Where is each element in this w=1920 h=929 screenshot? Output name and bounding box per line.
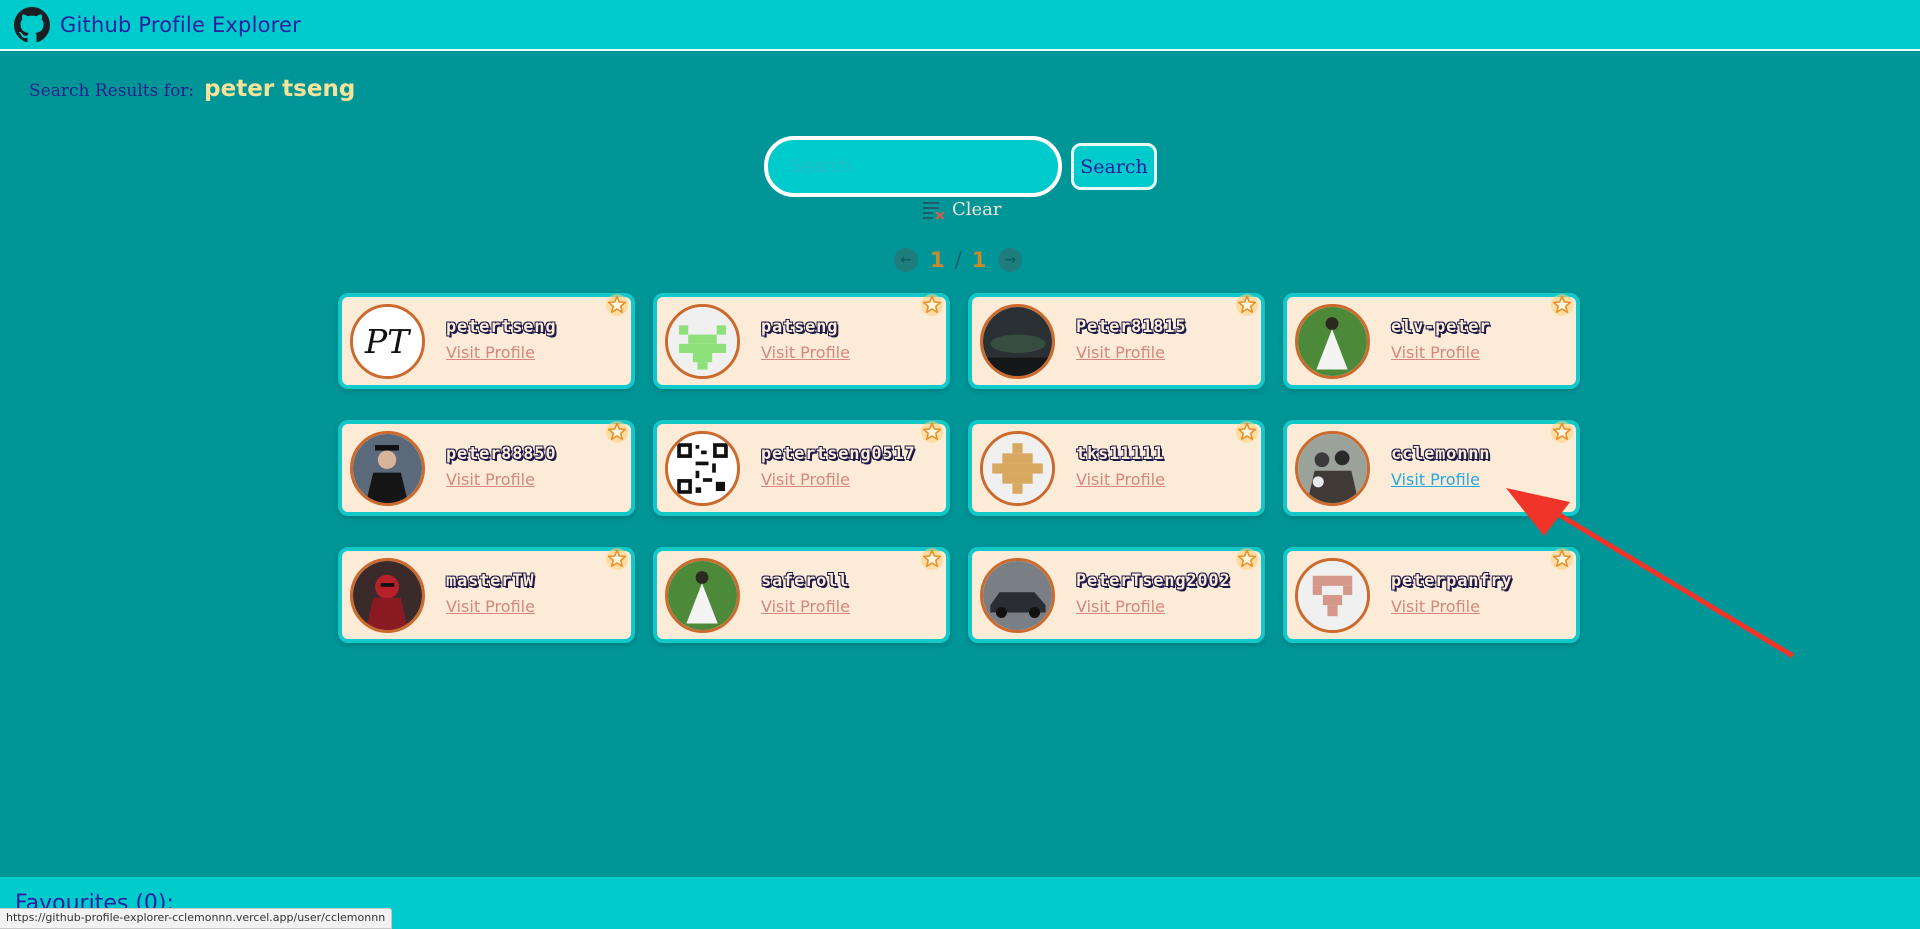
arrow-left-icon: ← xyxy=(900,252,912,268)
user-card: elv-peter Visit Profile xyxy=(1283,293,1580,389)
user-card: tks11111 Visit Profile xyxy=(968,420,1265,516)
avatar xyxy=(665,430,740,506)
search-results-label: Search Results for: xyxy=(29,81,195,101)
star-icon[interactable] xyxy=(1235,420,1259,444)
search-results-heading: Search Results for: peter tseng xyxy=(29,76,355,102)
username: Peter81815 xyxy=(1076,316,1187,337)
star-icon[interactable] xyxy=(1550,547,1574,571)
star-icon[interactable] xyxy=(1235,547,1259,571)
prev-page-button[interactable]: ← xyxy=(894,248,918,272)
user-card: patseng Visit Profile xyxy=(653,293,950,389)
user-grid: PT petertseng Visit Profile patseng Visi… xyxy=(338,293,1580,643)
page-separator: / xyxy=(954,248,962,272)
avatar xyxy=(980,430,1055,506)
clear-button[interactable]: Clear xyxy=(922,199,1002,220)
username: peter88850 xyxy=(446,443,557,464)
app-title[interactable]: Github Profile Explorer xyxy=(60,13,301,37)
avatar xyxy=(1295,557,1370,633)
user-card: PT petertseng Visit Profile xyxy=(338,293,635,389)
username: petertseng0517 xyxy=(761,443,916,464)
star-icon[interactable] xyxy=(605,547,629,571)
visit-profile-link[interactable]: Visit Profile xyxy=(1076,470,1165,489)
avatar xyxy=(1295,430,1370,506)
avatar xyxy=(665,303,740,379)
user-card: peter88850 Visit Profile xyxy=(338,420,635,516)
user-card: PeterTseng2002 Visit Profile xyxy=(968,547,1265,643)
visit-profile-link[interactable]: Visit Profile xyxy=(446,470,535,489)
star-icon[interactable] xyxy=(1550,293,1574,317)
arrow-right-icon: → xyxy=(1004,252,1017,268)
svg-text:PT: PT xyxy=(364,322,412,361)
visit-profile-link[interactable]: Visit Profile xyxy=(1391,597,1480,616)
clear-list-icon xyxy=(923,201,945,220)
clear-label: Clear xyxy=(952,199,1002,220)
search-query-text: peter tseng xyxy=(204,76,356,102)
username: peterpanfry xyxy=(1391,570,1513,591)
star-icon[interactable] xyxy=(605,293,629,317)
visit-profile-link[interactable]: Visit Profile xyxy=(1391,470,1480,489)
visit-profile-link[interactable]: Visit Profile xyxy=(761,343,850,362)
avatar xyxy=(665,557,740,633)
avatar xyxy=(350,557,425,633)
star-icon[interactable] xyxy=(920,547,944,571)
visit-profile-link[interactable]: Visit Profile xyxy=(1391,343,1480,362)
current-page: 1 xyxy=(930,248,945,272)
visit-profile-link[interactable]: Visit Profile xyxy=(446,597,535,616)
visit-profile-link[interactable]: Visit Profile xyxy=(446,343,535,362)
visit-profile-link[interactable]: Visit Profile xyxy=(761,597,850,616)
username: patseng xyxy=(761,316,839,337)
visit-profile-link[interactable]: Visit Profile xyxy=(761,470,850,489)
status-bar-url: https://github-profile-explorer-cclemonn… xyxy=(0,908,393,929)
search-input[interactable] xyxy=(764,136,1062,197)
username: saferoll xyxy=(761,570,850,591)
page-indicator: 1 / 1 xyxy=(930,248,986,272)
github-icon[interactable] xyxy=(14,6,50,43)
search-button[interactable]: Search xyxy=(1071,143,1157,190)
user-card: cclemonnn Visit Profile xyxy=(1283,420,1580,516)
user-card: saferoll Visit Profile xyxy=(653,547,950,643)
star-icon[interactable] xyxy=(605,420,629,444)
user-card: masterTW Visit Profile xyxy=(338,547,635,643)
username: petertseng xyxy=(446,316,557,337)
username: tks11111 xyxy=(1076,443,1165,464)
visit-profile-link[interactable]: Visit Profile xyxy=(1076,597,1165,616)
user-card: Peter81815 Visit Profile xyxy=(968,293,1265,389)
username: masterTW xyxy=(446,570,535,591)
avatar xyxy=(350,430,425,506)
username: cclemonnn xyxy=(1391,443,1491,464)
avatar xyxy=(980,557,1055,633)
total-pages: 1 xyxy=(971,248,987,272)
user-card: petertseng0517 Visit Profile xyxy=(653,420,950,516)
star-icon[interactable] xyxy=(920,293,944,317)
star-icon[interactable] xyxy=(1550,420,1574,444)
avatar: PT xyxy=(350,303,425,379)
next-page-button[interactable]: → xyxy=(998,248,1023,272)
star-icon[interactable] xyxy=(1235,293,1259,317)
star-icon[interactable] xyxy=(920,420,944,444)
visit-profile-link[interactable]: Visit Profile xyxy=(1076,343,1165,362)
pagination: ← 1 / 1 → xyxy=(894,248,1023,272)
user-card: peterpanfry Visit Profile xyxy=(1283,547,1580,643)
username: PeterTseng2002 xyxy=(1076,570,1231,591)
app-header: Github Profile Explorer xyxy=(0,0,1920,51)
avatar xyxy=(980,303,1055,379)
username: elv-peter xyxy=(1391,316,1491,337)
avatar xyxy=(1295,303,1370,379)
